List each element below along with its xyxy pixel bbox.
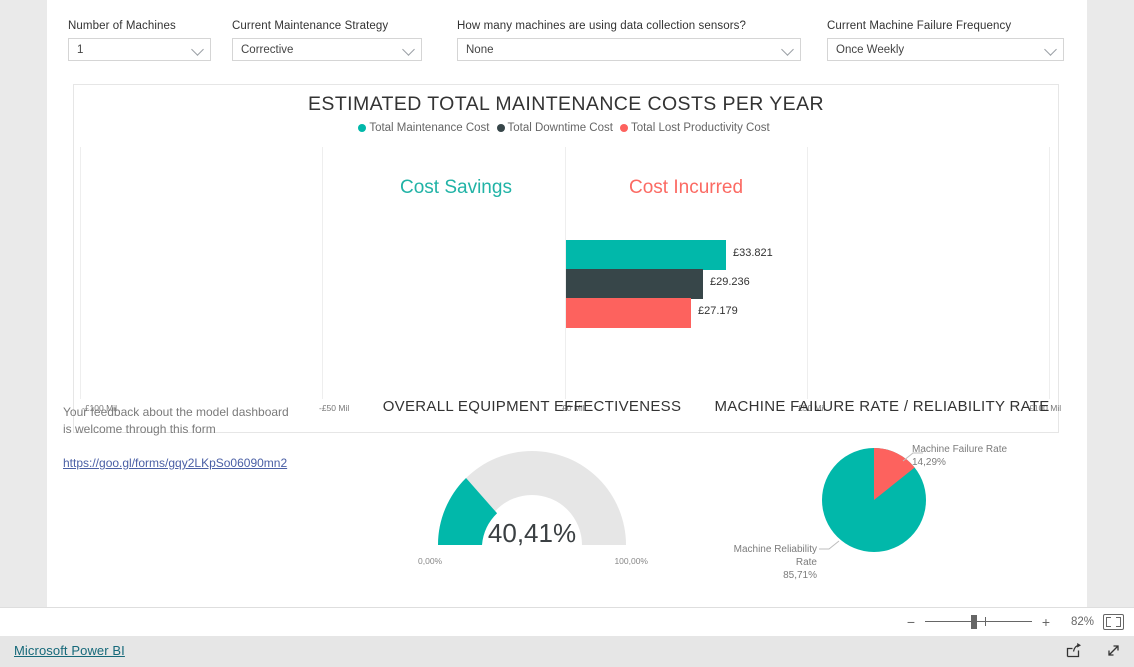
pie-label-reliability: Machine Reliability Rate 85,71% xyxy=(721,543,817,582)
dropdown-value: Once Weekly xyxy=(836,43,905,56)
filter-label: Current Maintenance Strategy xyxy=(232,20,389,32)
filter-label: Number of Machines xyxy=(68,20,176,32)
zoom-slider[interactable] xyxy=(925,615,1032,629)
oee-gauge-visual[interactable]: OVERALL EQUIPMENT EFFECTIVENESS 40,41% 0… xyxy=(347,398,717,598)
annotation-cost-incurred: Cost Incurred xyxy=(629,177,744,198)
dropdown-value: Corrective xyxy=(241,43,294,56)
legend-swatch-icon xyxy=(496,124,505,132)
filter-sensor-machine-count: How many machines are using data collect… xyxy=(457,20,801,61)
bar-label-total-downtime-cost: £29.236 xyxy=(710,276,750,288)
fit-to-screen-icon[interactable] xyxy=(1103,614,1124,630)
filter-label: Current Machine Failure Frequency xyxy=(827,20,1012,32)
chart-legend: Total Maintenance Cost Total Downtime Co… xyxy=(74,122,1058,134)
gauge-min-label: 0,00% xyxy=(418,556,443,566)
chevron-down-icon xyxy=(781,42,794,56)
chart-title: ESTIMATED TOTAL MAINTENANCE COSTS PER YE… xyxy=(308,93,824,115)
legend-swatch-icon xyxy=(358,124,367,132)
pie-label-failure-name: Machine Failure Rate xyxy=(912,444,1008,455)
share-icon[interactable] xyxy=(1066,642,1083,664)
legend-swatch-icon xyxy=(619,124,628,132)
dropdown-value: 1 xyxy=(77,43,84,56)
legend-item-total-downtime-cost[interactable]: Total Downtime Cost xyxy=(496,122,613,134)
pie-title: MACHINE FAILURE RATE / RELIABILITY RATE xyxy=(714,398,1050,415)
gridline xyxy=(322,147,323,399)
legend-label: Total Lost Productivity Cost xyxy=(630,122,770,134)
legend-item-total-lost-productivity-cost[interactable]: Total Lost Productivity Cost xyxy=(619,122,770,134)
bar-total-lost-productivity-cost[interactable] xyxy=(566,298,691,328)
legend-item-total-maintenance-cost[interactable]: Total Maintenance Cost xyxy=(358,122,490,134)
gridline xyxy=(80,147,81,399)
pie-leader-line-reliability xyxy=(819,540,840,550)
gauge-arc: 40,41% 0,00% 100,00% xyxy=(416,429,648,566)
gauge-title: OVERALL EQUIPMENT EFFECTIVENESS xyxy=(382,398,682,415)
filter-number-of-machines: Number of Machines 1 xyxy=(68,20,211,61)
power-bi-report-viewer: Number of Machines 1 Current Maintenance… xyxy=(0,0,1134,667)
gauge-value-label: 40,41% xyxy=(487,518,577,548)
fullscreen-expand-icon[interactable] xyxy=(1105,642,1122,664)
zoom-percent-label: 82% xyxy=(1070,616,1094,628)
status-bar-icons xyxy=(1066,642,1122,664)
microsoft-power-bi-link[interactable]: Microsoft Power BI xyxy=(14,643,125,658)
legend-label: Total Downtime Cost xyxy=(507,122,613,134)
zoom-out-button[interactable]: − xyxy=(906,614,916,630)
pie-label-reliability-name: Machine Reliability Rate xyxy=(733,544,817,568)
failure-reliability-pie-visual[interactable]: MACHINE FAILURE RATE / RELIABILITY RATE … xyxy=(707,398,1057,598)
pie-chart: Machine Failure Rate 14,29% Machine Reli… xyxy=(707,415,1057,582)
filter-bar: Number of Machines 1 Current Maintenance… xyxy=(47,0,1087,74)
bar-total-downtime-cost[interactable] xyxy=(566,269,703,299)
gridline xyxy=(807,147,808,399)
legend-label: Total Maintenance Cost xyxy=(369,122,490,134)
dropdown-value: None xyxy=(466,43,494,56)
bar-total-maintenance-cost[interactable] xyxy=(566,240,726,270)
feedback-line-1: Your feedback about the model dashboard xyxy=(63,405,289,419)
bar-label-total-maintenance-cost: £33.821 xyxy=(733,247,773,259)
pie-label-failure: Machine Failure Rate 14,29% xyxy=(912,443,1007,469)
bar-label-total-lost-productivity-cost: £27.179 xyxy=(698,305,738,317)
chevron-down-icon xyxy=(1044,42,1057,56)
zoom-slider-track xyxy=(925,621,1032,622)
chevron-down-icon xyxy=(191,42,204,56)
zoom-controls: − + 82% xyxy=(906,608,1124,636)
zoom-in-button[interactable]: + xyxy=(1041,614,1051,630)
feedback-form-link[interactable]: https://goo.gl/forms/gqy2LKpSo06090mn2 xyxy=(63,456,287,470)
annotation-cost-savings: Cost Savings xyxy=(400,177,512,198)
report-canvas: Number of Machines 1 Current Maintenance… xyxy=(47,0,1087,607)
filter-machine-failure-frequency: Current Machine Failure Frequency Once W… xyxy=(827,20,1064,61)
plot-area: Cost Savings Cost Incurred £33.821 £29.2… xyxy=(76,147,1061,429)
gridline xyxy=(1049,147,1050,399)
gauge-max-label: 100,00% xyxy=(614,556,648,566)
zoom-toolbar: − + 82% xyxy=(0,607,1134,637)
zoom-slider-thumb[interactable] xyxy=(971,615,977,629)
status-bar: Microsoft Power BI xyxy=(0,636,1134,667)
chevron-down-icon xyxy=(402,42,415,56)
maintenance-cost-bar-chart[interactable]: ESTIMATED TOTAL MAINTENANCE COSTS PER YE… xyxy=(73,84,1061,433)
pie-label-reliability-value: 85,71% xyxy=(783,570,817,581)
canvas-right-margin xyxy=(1087,0,1134,607)
dropdown-machine-failure-frequency[interactable]: Once Weekly xyxy=(827,38,1064,61)
pie-label-failure-value: 14,29% xyxy=(912,457,946,468)
filter-current-maintenance-strategy: Current Maintenance Strategy Corrective xyxy=(232,20,422,61)
dropdown-sensor-machine-count[interactable]: None xyxy=(457,38,801,61)
filter-label: How many machines are using data collect… xyxy=(457,20,747,32)
zoom-slider-midpoint-tick xyxy=(985,617,986,626)
dropdown-current-maintenance-strategy[interactable]: Corrective xyxy=(232,38,422,61)
dropdown-number-of-machines[interactable]: 1 xyxy=(68,38,211,61)
feedback-textbox: Your feedback about the model dashboard … xyxy=(63,404,333,472)
feedback-line-2: is welcome through this form xyxy=(63,422,216,436)
